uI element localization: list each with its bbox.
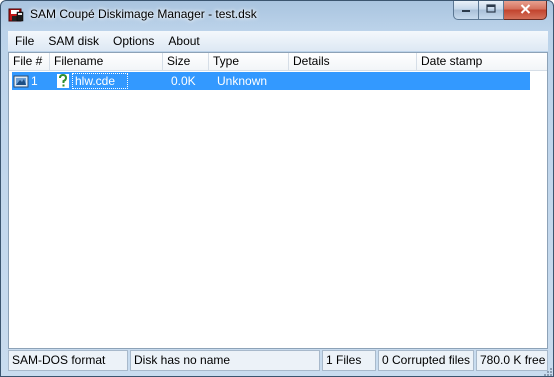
maximize-button[interactable] — [479, 1, 504, 20]
status-disk-name: Disk has no name — [130, 350, 320, 371]
file-list[interactable]: File # Filename Size Type Details Date s… — [8, 52, 548, 349]
file-icon — [13, 73, 29, 89]
table-row[interactable]: 1 hlw.cde 0.0K Unknown — [12, 72, 530, 90]
status-file-count: 1 Files — [322, 350, 376, 371]
column-header-details[interactable]: Details — [289, 53, 417, 71]
menu-about[interactable]: About — [161, 31, 206, 51]
file-name: hlw.cde — [75, 74, 116, 88]
maximize-icon — [486, 3, 496, 17]
column-header-file-number[interactable]: File # — [9, 53, 50, 71]
menu-file[interactable]: File — [8, 31, 41, 51]
menu-sam-disk[interactable]: SAM disk — [41, 31, 106, 51]
app-window: SAM Coupé Diskimage Manager - test.dsk F… — [0, 0, 554, 377]
column-header-filename[interactable]: Filename — [50, 53, 163, 71]
minimize-icon — [461, 3, 471, 17]
file-size: 0.0K — [171, 74, 196, 88]
menu-bar: File SAM disk Options About — [8, 31, 548, 51]
close-button[interactable] — [504, 1, 547, 20]
title-bar[interactable]: SAM Coupé Diskimage Manager - test.dsk — [1, 1, 553, 30]
status-free-space: 780.0 K free — [476, 350, 548, 371]
menu-options[interactable]: Options — [106, 31, 161, 51]
file-type: Unknown — [217, 74, 268, 88]
window-title: SAM Coupé Diskimage Manager - test.dsk — [30, 7, 257, 21]
caption-buttons — [453, 1, 547, 21]
column-header-date-stamp[interactable]: Date stamp — [417, 53, 547, 71]
column-header-size[interactable]: Size — [163, 53, 209, 71]
disk-app-icon[interactable] — [8, 7, 24, 23]
minimize-button[interactable] — [453, 1, 479, 20]
status-corrupted-count: 0 Corrupted files — [378, 350, 474, 371]
resize-grip-icon[interactable] — [543, 366, 553, 376]
column-header-type[interactable]: Type — [209, 53, 289, 71]
status-disk-format: SAM-DOS format — [8, 350, 128, 371]
question-mark-icon — [55, 73, 71, 89]
file-number: 1 — [31, 74, 38, 88]
status-bar: SAM-DOS format Disk has no name 1 Files … — [8, 350, 548, 371]
close-icon — [520, 3, 531, 17]
